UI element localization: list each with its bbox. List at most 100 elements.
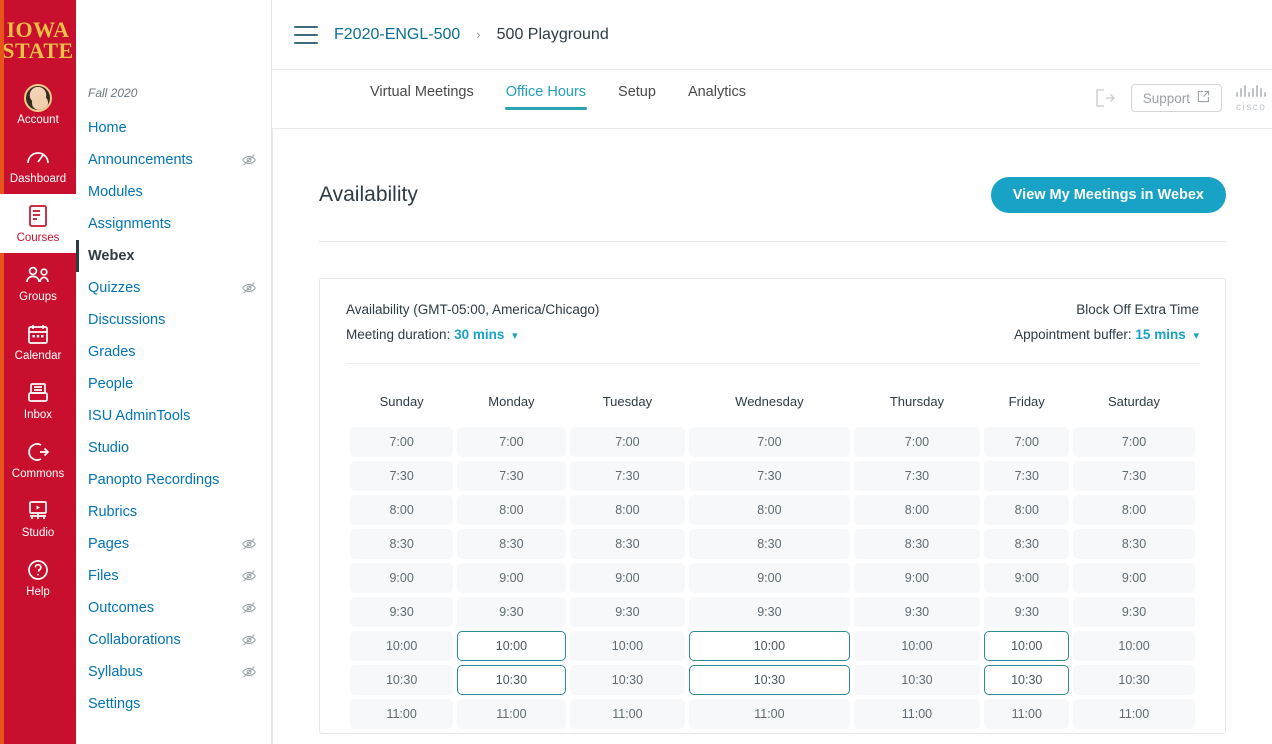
time-slot-friday-830[interactable]: 8:30 bbox=[984, 529, 1070, 559]
support-button[interactable]: Support bbox=[1130, 84, 1222, 112]
time-slot-monday-700[interactable]: 7:00 bbox=[457, 427, 566, 457]
global-nav-item-groups[interactable]: Groups bbox=[0, 253, 76, 312]
time-slot-friday-1100[interactable]: 11:00 bbox=[984, 699, 1070, 729]
time-slot-tuesday-800[interactable]: 8:00 bbox=[569, 495, 686, 525]
time-slot-friday-900[interactable]: 9:00 bbox=[984, 563, 1070, 593]
time-slot-sunday-700[interactable]: 7:00 bbox=[350, 427, 454, 457]
time-slot-monday-730[interactable]: 7:30 bbox=[457, 461, 566, 491]
global-nav-item-inbox[interactable]: Inbox bbox=[0, 371, 76, 430]
time-slot-sunday-930[interactable]: 9:30 bbox=[350, 597, 454, 627]
meeting-duration-value[interactable]: 30 mins bbox=[454, 327, 504, 342]
course-nav-item-assignments[interactable]: Assignments bbox=[76, 208, 271, 240]
time-slot-thursday-830[interactable]: 8:30 bbox=[853, 529, 981, 559]
time-slot-sunday-900[interactable]: 9:00 bbox=[350, 563, 454, 593]
time-slot-friday-1000[interactable]: 10:00 bbox=[984, 631, 1070, 661]
time-slot-wednesday-800[interactable]: 8:00 bbox=[689, 495, 850, 525]
course-nav-item-people[interactable]: People bbox=[76, 368, 271, 400]
time-slot-saturday-700[interactable]: 7:00 bbox=[1073, 427, 1195, 457]
time-slot-thursday-730[interactable]: 7:30 bbox=[853, 461, 981, 491]
chevron-down-icon[interactable]: ▾ bbox=[1193, 324, 1199, 349]
time-slot-saturday-800[interactable]: 8:00 bbox=[1073, 495, 1195, 525]
course-nav-item-home[interactable]: Home bbox=[76, 112, 271, 144]
time-slot-sunday-1100[interactable]: 11:00 bbox=[350, 699, 454, 729]
time-slot-tuesday-930[interactable]: 9:30 bbox=[569, 597, 686, 627]
course-nav-item-files[interactable]: Files bbox=[76, 560, 271, 592]
time-slot-friday-730[interactable]: 7:30 bbox=[984, 461, 1070, 491]
chevron-down-icon[interactable]: ▾ bbox=[512, 324, 518, 349]
time-slot-monday-1030[interactable]: 10:30 bbox=[457, 665, 566, 695]
time-slot-sunday-730[interactable]: 7:30 bbox=[350, 461, 454, 491]
time-slot-sunday-800[interactable]: 8:00 bbox=[350, 495, 454, 525]
time-slot-tuesday-830[interactable]: 8:30 bbox=[569, 529, 686, 559]
time-slot-thursday-930[interactable]: 9:30 bbox=[853, 597, 981, 627]
time-slot-friday-930[interactable]: 9:30 bbox=[984, 597, 1070, 627]
course-nav-item-isu-admintools[interactable]: ISU AdminTools bbox=[76, 400, 271, 432]
time-slot-monday-930[interactable]: 9:30 bbox=[457, 597, 566, 627]
time-slot-monday-800[interactable]: 8:00 bbox=[457, 495, 566, 525]
time-slot-thursday-1030[interactable]: 10:30 bbox=[853, 665, 981, 695]
view-my-meetings-in-webex-button[interactable]: View My Meetings in Webex bbox=[990, 177, 1226, 213]
time-slot-thursday-800[interactable]: 8:00 bbox=[853, 495, 981, 525]
course-nav-item-grades[interactable]: Grades bbox=[76, 336, 271, 368]
breadcrumb-course-link[interactable]: F2020-ENGL-500 bbox=[334, 26, 460, 44]
global-nav-item-commons[interactable]: Commons bbox=[0, 430, 76, 489]
time-slot-tuesday-700[interactable]: 7:00 bbox=[569, 427, 686, 457]
appointment-buffer-value[interactable]: 15 mins bbox=[1135, 327, 1185, 342]
time-slot-thursday-1000[interactable]: 10:00 bbox=[853, 631, 981, 661]
time-slot-wednesday-930[interactable]: 9:30 bbox=[689, 597, 850, 627]
tab-analytics[interactable]: Analytics bbox=[672, 70, 762, 110]
time-slot-thursday-700[interactable]: 7:00 bbox=[853, 427, 981, 457]
course-nav-item-syllabus[interactable]: Syllabus bbox=[76, 656, 271, 688]
course-nav-item-pages[interactable]: Pages bbox=[76, 528, 271, 560]
time-slot-sunday-1000[interactable]: 10:00 bbox=[350, 631, 454, 661]
time-slot-wednesday-730[interactable]: 7:30 bbox=[689, 461, 850, 491]
time-slot-thursday-1100[interactable]: 11:00 bbox=[853, 699, 981, 729]
time-slot-saturday-730[interactable]: 7:30 bbox=[1073, 461, 1195, 491]
iowa-state-logo[interactable]: IOWA STATE bbox=[0, 0, 76, 76]
time-slot-wednesday-700[interactable]: 7:00 bbox=[689, 427, 850, 457]
time-slot-wednesday-830[interactable]: 8:30 bbox=[689, 529, 850, 559]
time-slot-monday-1100[interactable]: 11:00 bbox=[457, 699, 566, 729]
time-slot-tuesday-900[interactable]: 9:00 bbox=[569, 563, 686, 593]
course-nav-item-quizzes[interactable]: Quizzes bbox=[76, 272, 271, 304]
course-nav-item-discussions[interactable]: Discussions bbox=[76, 304, 271, 336]
global-nav-item-calendar[interactable]: Calendar bbox=[0, 312, 76, 371]
time-slot-sunday-830[interactable]: 8:30 bbox=[350, 529, 454, 559]
course-nav-item-announcements[interactable]: Announcements bbox=[76, 144, 271, 176]
course-nav-item-panopto-recordings[interactable]: Panopto Recordings bbox=[76, 464, 271, 496]
global-nav-item-dashboard[interactable]: Dashboard bbox=[0, 135, 76, 194]
global-nav-item-studio[interactable]: Studio bbox=[0, 489, 76, 548]
time-slot-wednesday-900[interactable]: 9:00 bbox=[689, 563, 850, 593]
global-nav-item-help[interactable]: Help bbox=[0, 548, 76, 607]
course-nav-item-modules[interactable]: Modules bbox=[76, 176, 271, 208]
time-slot-thursday-900[interactable]: 9:00 bbox=[853, 563, 981, 593]
time-slot-wednesday-1030[interactable]: 10:30 bbox=[689, 665, 850, 695]
time-slot-sunday-1030[interactable]: 10:30 bbox=[350, 665, 454, 695]
time-slot-saturday-1000[interactable]: 10:00 bbox=[1073, 631, 1195, 661]
time-slot-wednesday-1000[interactable]: 10:00 bbox=[689, 631, 850, 661]
time-slot-saturday-830[interactable]: 8:30 bbox=[1073, 529, 1195, 559]
course-nav-item-webex[interactable]: Webex bbox=[76, 240, 271, 272]
time-slot-tuesday-730[interactable]: 7:30 bbox=[569, 461, 686, 491]
course-nav-item-outcomes[interactable]: Outcomes bbox=[76, 592, 271, 624]
course-nav-item-studio[interactable]: Studio bbox=[76, 432, 271, 464]
tab-setup[interactable]: Setup bbox=[602, 70, 672, 110]
time-slot-tuesday-1000[interactable]: 10:00 bbox=[569, 631, 686, 661]
time-slot-saturday-1100[interactable]: 11:00 bbox=[1073, 699, 1195, 729]
course-nav-item-settings[interactable]: Settings bbox=[76, 688, 271, 720]
time-slot-tuesday-1100[interactable]: 11:00 bbox=[569, 699, 686, 729]
time-slot-saturday-1030[interactable]: 10:30 bbox=[1073, 665, 1195, 695]
course-nav-item-collaborations[interactable]: Collaborations bbox=[76, 624, 271, 656]
time-slot-saturday-900[interactable]: 9:00 bbox=[1073, 563, 1195, 593]
hamburger-icon[interactable] bbox=[294, 25, 318, 44]
global-nav-item-courses[interactable]: Courses bbox=[0, 194, 76, 253]
time-slot-friday-700[interactable]: 7:00 bbox=[984, 427, 1070, 457]
time-slot-wednesday-1100[interactable]: 11:00 bbox=[689, 699, 850, 729]
time-slot-monday-830[interactable]: 8:30 bbox=[457, 529, 566, 559]
time-slot-monday-1000[interactable]: 10:00 bbox=[457, 631, 566, 661]
time-slot-friday-800[interactable]: 8:00 bbox=[984, 495, 1070, 525]
course-nav-item-rubrics[interactable]: Rubrics bbox=[76, 496, 271, 528]
time-slot-tuesday-1030[interactable]: 10:30 bbox=[569, 665, 686, 695]
global-nav-item-account[interactable]: Account bbox=[0, 76, 76, 135]
time-slot-monday-900[interactable]: 9:00 bbox=[457, 563, 566, 593]
